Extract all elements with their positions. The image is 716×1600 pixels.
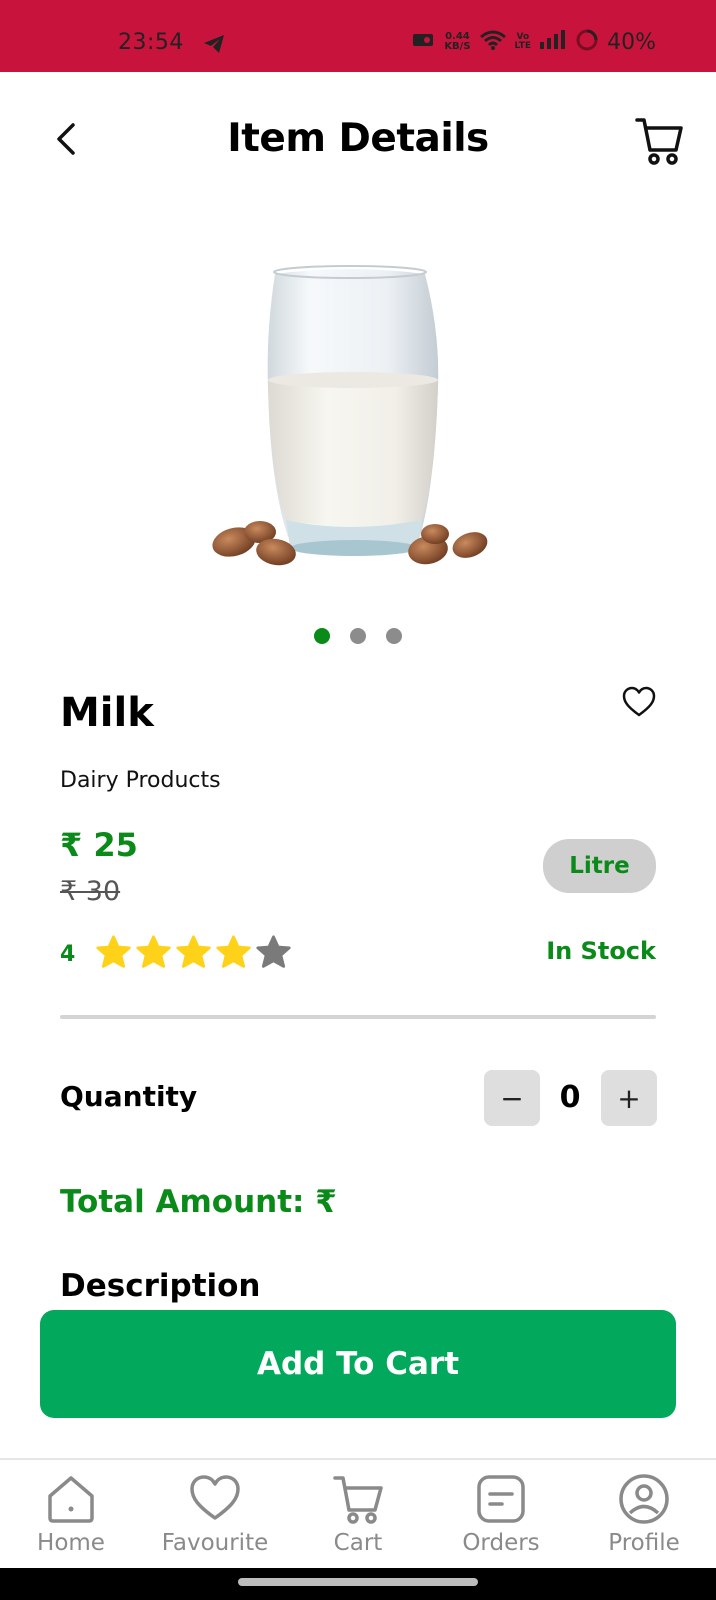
nav-label: Favourite [161, 1530, 269, 1556]
status-icons: 0.44 KB/S Vo LTE 40% [412, 28, 656, 56]
carousel-dot[interactable] [350, 628, 366, 644]
quantity-value: 0 [559, 1080, 581, 1115]
carousel-dot[interactable] [314, 628, 330, 644]
cart-icon [635, 118, 683, 165]
total-amount: Total Amount: ₹ [60, 1184, 337, 1220]
add-to-cart-button[interactable]: Add To Cart [40, 1310, 676, 1418]
product-price: ₹ 25 [60, 826, 138, 864]
home-icon [48, 1476, 94, 1523]
favourite-button[interactable] [622, 686, 656, 718]
signal-icon [539, 30, 567, 54]
nav-label: Orders [462, 1530, 540, 1556]
quantity-decrease-button[interactable]: − [484, 1070, 540, 1126]
star-filled-icon [176, 935, 211, 968]
star-empty-icon [256, 935, 291, 968]
bottom-navigation: Home Favourite Cart Orders Profile [0, 1458, 716, 1570]
carousel-dot[interactable] [386, 628, 402, 644]
nav-label: Home [37, 1530, 105, 1556]
volte-indicator: Vo LTE [514, 32, 532, 51]
heart-icon [622, 686, 656, 717]
profile-icon [619, 1474, 669, 1524]
gesture-handle[interactable] [238, 1578, 478, 1586]
rating-stars [95, 934, 292, 971]
cart-icon [333, 1476, 383, 1524]
star-filled-icon [96, 935, 131, 968]
telegram-icon [203, 34, 225, 58]
product-image [210, 262, 500, 582]
nav-item-orders[interactable]: Orders [441, 1472, 561, 1556]
nav-label: Profile [608, 1530, 680, 1556]
product-category: Dairy Products [60, 768, 221, 793]
hotspot-icon [412, 31, 436, 53]
wifi-icon [479, 29, 507, 55]
header-cart-button[interactable] [634, 114, 684, 168]
rating-value: 4 [60, 942, 76, 967]
nav-item-favourite[interactable]: Favourite [155, 1472, 275, 1556]
product-original-price: ₹ 30 [60, 876, 121, 907]
orders-icon [477, 1475, 525, 1523]
page-title: Item Details [227, 116, 489, 161]
product-name: Milk [60, 690, 154, 736]
battery-icon [575, 28, 599, 56]
unit-badge[interactable]: Litre [543, 839, 656, 893]
network-speed: 0.44 KB/S [444, 31, 471, 52]
quantity-label: Quantity [60, 1080, 198, 1113]
quantity-increase-button[interactable]: + [601, 1070, 657, 1126]
battery-level: 40% [607, 29, 656, 55]
star-filled-icon [216, 935, 251, 968]
star-filled-icon [136, 935, 171, 968]
nav-item-profile[interactable]: Profile [584, 1472, 704, 1556]
status-time: 23:54 [118, 30, 184, 55]
nav-label: Cart [333, 1530, 383, 1556]
nav-item-home[interactable]: Home [11, 1472, 131, 1556]
stock-status: In Stock [546, 937, 656, 965]
nav-item-cart[interactable]: Cart [298, 1472, 418, 1556]
heart-icon [190, 1475, 240, 1520]
description-heading: Description [60, 1268, 261, 1304]
image-carousel-indicator [314, 628, 402, 644]
divider [60, 1015, 656, 1019]
